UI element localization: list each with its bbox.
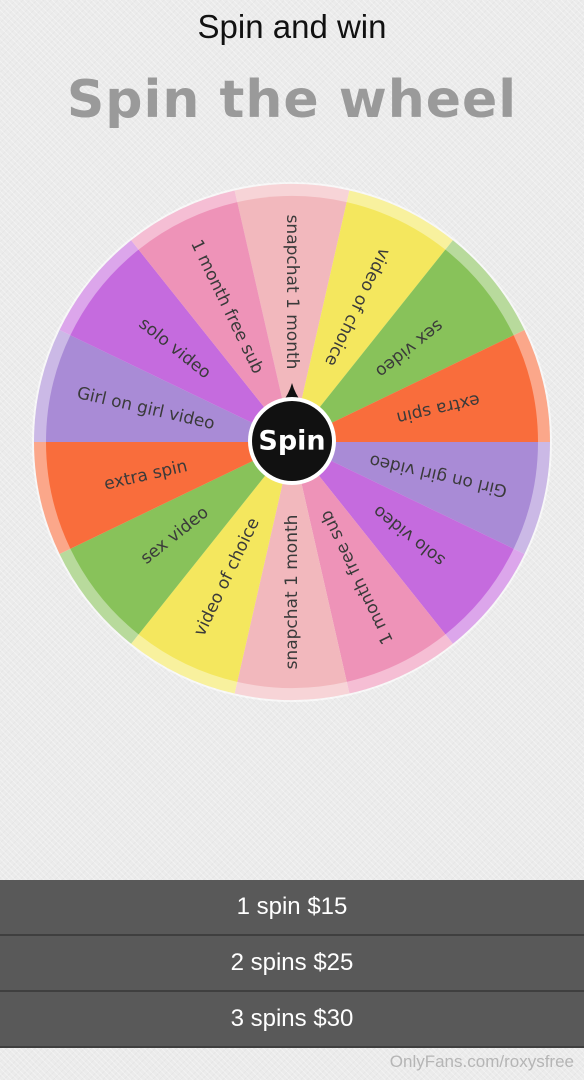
prize-wheel[interactable]: snapchat 1 month video of choicesex video…: [0, 0, 584, 880]
option-2-spins-button[interactable]: 2 spins $25: [0, 936, 584, 992]
wheel-segment-label: snapchat 1 month: [282, 215, 302, 370]
spin-button-label: Spin: [258, 426, 325, 457]
watermark: OnlyFans.com/roxysfree: [389, 1052, 574, 1071]
wheel-segment-label: snapchat 1 month: [282, 515, 302, 670]
option-1-spin-button[interactable]: 1 spin $15: [0, 880, 584, 936]
option-3-spins-button[interactable]: 3 spins $30: [0, 992, 584, 1048]
purchase-options: 1 spin $15 2 spins $25 3 spins $30: [0, 880, 584, 1048]
